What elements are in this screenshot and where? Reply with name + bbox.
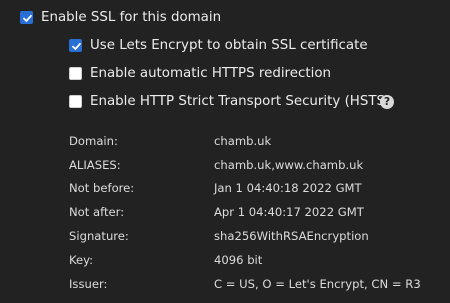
cert-value-aliases: chamb.uk,www.chamb.uk [214, 158, 364, 172]
cert-value-not-before: Jan 1 04:40:18 2022 GMT [214, 181, 362, 195]
cert-value-not-after: Apr 1 04:40:17 2022 GMT [214, 205, 364, 219]
checkmark-icon [72, 42, 81, 50]
https-redirect-checkbox[interactable] [69, 67, 82, 80]
cert-key-signature: Signature: [69, 229, 129, 243]
cert-key-not-after: Not after: [69, 205, 125, 219]
cert-key-domain: Domain: [69, 134, 118, 148]
cert-key-not-before: Not before: [69, 181, 135, 195]
hsts-checkbox[interactable] [69, 95, 82, 108]
cert-key-issuer: Issuer: [69, 277, 108, 291]
checkmark-icon [23, 14, 32, 22]
lets-encrypt-label[interactable]: Use Lets Encrypt to obtain SSL certifica… [90, 37, 368, 55]
enable-ssl-label[interactable]: Enable SSL for this domain [41, 9, 221, 27]
enable-ssl-checkbox[interactable] [20, 11, 33, 24]
hsts-label[interactable]: Enable HTTP Strict Transport Security (H… [90, 93, 390, 111]
cert-value-issuer: C = US, O = Let's Encrypt, CN = R3 [214, 277, 421, 291]
cert-value-key: 4096 bit [214, 253, 263, 267]
question-circle-icon[interactable]: ? [380, 95, 394, 109]
cert-value-domain: chamb.uk [214, 134, 272, 148]
cert-value-signature: sha256WithRSAEncryption [214, 229, 369, 243]
cert-key-key: Key: [69, 253, 94, 267]
https-redirect-label[interactable]: Enable automatic HTTPS redirection [90, 65, 331, 83]
cert-key-aliases: ALIASES: [69, 158, 121, 172]
lets-encrypt-checkbox[interactable] [69, 39, 82, 52]
